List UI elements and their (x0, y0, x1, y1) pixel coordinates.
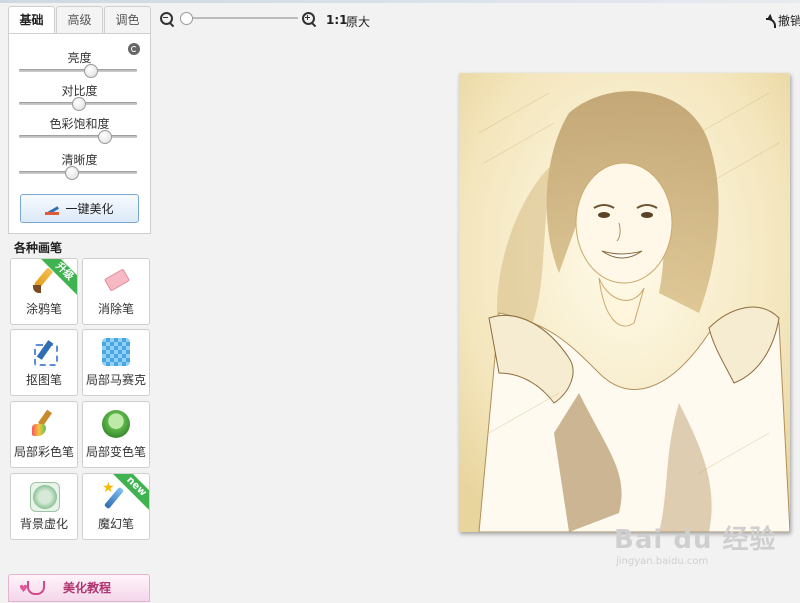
undo-icon (763, 15, 776, 28)
tool-local-mosaic[interactable]: 局部马赛克 (82, 329, 150, 396)
cutout-pen-icon (30, 338, 58, 366)
hand-heart-icon (19, 577, 47, 603)
tool-doodle-pen[interactable]: 升级 涂鸦笔 (10, 258, 78, 325)
baidu-jingyan-watermark: Bai du 经验 jingyan.baidu.com (614, 519, 777, 567)
watermark-logo: Bai du 经验 (614, 525, 777, 555)
color-brush-icon (30, 410, 58, 438)
sharpness-slider[interactable] (64, 166, 79, 180)
zoom-out-icon[interactable] (160, 12, 175, 28)
original-size-button[interactable]: 原大 (346, 13, 370, 30)
top-border (0, 0, 800, 3)
adjust-panel: 亮度 对比度 色彩饱和度 清晰度 一键美化 (8, 33, 151, 234)
brightness-slider-group: 亮度 (9, 50, 150, 78)
contrast-slider-group: 对比度 (9, 83, 150, 111)
zoom-slider-track[interactable] (183, 17, 298, 19)
tool-label: 涂鸦笔 (25, 302, 62, 316)
tool-label: 消除笔 (97, 302, 134, 316)
tool-magic-pen[interactable]: new 魔幻笔 (82, 473, 150, 540)
tab-advanced[interactable]: 高级 (56, 6, 103, 34)
tab-bar: 基础 高级 调色 (8, 6, 152, 35)
tutorial-button[interactable]: 美化教程 (8, 574, 150, 603)
brushes-section-title: 各种画笔 (14, 241, 63, 255)
mosaic-icon (102, 338, 130, 366)
brightness-label: 亮度 (67, 51, 92, 65)
one-click-beautify-button[interactable]: 一键美化 (20, 194, 139, 223)
undo-button[interactable]: 撤销 (763, 12, 800, 29)
tab-basic[interactable]: 基础 (8, 6, 55, 35)
watermark-url: jingyan.baidu.com (616, 556, 709, 567)
saturation-label: 色彩饱和度 (49, 117, 110, 131)
zoom-in-icon[interactable] (302, 12, 317, 28)
tool-label: 魔幻笔 (97, 517, 134, 531)
one-click-beautify-label: 一键美化 (65, 202, 114, 216)
tool-label: 局部马赛克 (85, 373, 146, 387)
tool-cutout-pen[interactable]: 抠图笔 (10, 329, 78, 396)
tool-local-color-brush[interactable]: 局部彩色笔 (10, 401, 78, 468)
beautify-wand-icon (45, 203, 61, 215)
tool-label: 抠图笔 (25, 373, 62, 387)
sketch-portrait-image (459, 73, 790, 532)
actual-size-button[interactable]: 1:1 (326, 13, 348, 27)
tab-color[interactable]: 调色 (104, 6, 151, 34)
tool-background-blur[interactable]: 背景虚化 (10, 473, 78, 540)
saturation-track[interactable] (19, 135, 137, 138)
saturation-slider[interactable] (97, 130, 112, 144)
zoom-slider[interactable] (180, 12, 193, 25)
tool-eraser-pen[interactable]: 消除笔 (82, 258, 150, 325)
eraser-icon (102, 267, 130, 295)
saturation-slider-group: 色彩饱和度 (9, 116, 150, 144)
sharpness-slider-group: 清晰度 (9, 152, 150, 180)
sharpness-label: 清晰度 (61, 153, 98, 167)
brightness-slider[interactable] (83, 64, 98, 78)
tool-label: 局部彩色笔 (13, 445, 74, 459)
tool-label: 背景虚化 (19, 517, 68, 531)
contrast-slider[interactable] (72, 97, 86, 111)
tutorial-label: 美化教程 (62, 581, 111, 595)
undo-label: 撤销 (778, 14, 800, 28)
background-blur-icon (30, 482, 60, 512)
brightness-track[interactable] (19, 69, 137, 72)
tool-label: 局部变色笔 (85, 445, 146, 459)
color-change-icon (102, 410, 130, 438)
photo-canvas[interactable] (459, 73, 790, 532)
tool-local-color-change[interactable]: 局部变色笔 (82, 401, 150, 468)
